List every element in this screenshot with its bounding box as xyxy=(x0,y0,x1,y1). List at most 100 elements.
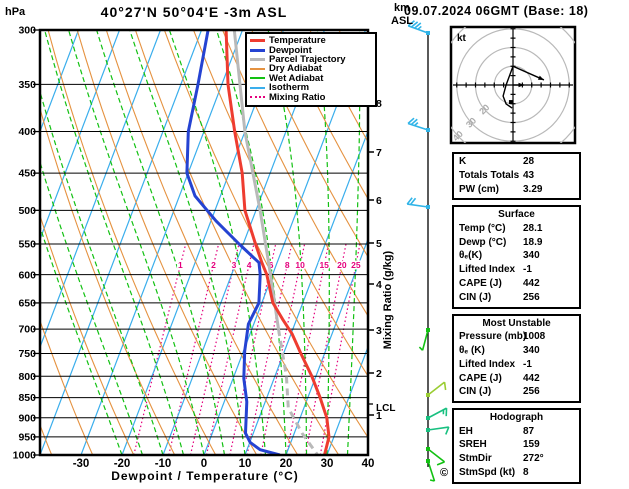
svg-text:900: 900 xyxy=(18,412,36,424)
stats-panel: SurfaceTemp (°C) 28.1 Dewp (°C) 18.9θₑ(K)34… xyxy=(452,205,581,308)
svg-text:3: 3 xyxy=(232,260,237,270)
stat-value: 28 xyxy=(523,155,534,169)
lcl-label: LCL xyxy=(376,403,395,414)
stat-label: SREH xyxy=(459,439,487,450)
legend-item: Isotherm xyxy=(250,83,372,92)
legend-label: Temperature xyxy=(269,36,326,45)
stat-label: Lifted Index xyxy=(459,264,515,275)
stat-value: 256 xyxy=(523,291,540,305)
page-title: 40°27'N 50°04'E -3m ASL xyxy=(38,4,350,20)
stat-value: 340 xyxy=(523,249,540,263)
svg-text:1000: 1000 xyxy=(13,450,37,462)
stats-panel-header: Hodograph xyxy=(454,411,579,425)
stat-value: 3.29 xyxy=(523,183,542,197)
sounding-page: 1234681015202530035040045050055060065070… xyxy=(0,0,629,486)
stat-value: 28.1 xyxy=(523,222,542,236)
stat-label: PW (cm) xyxy=(459,184,499,195)
stat-row: Lifted Index -1 xyxy=(454,358,579,372)
stat-row: CAPE (J)442 xyxy=(454,277,579,291)
stat-label: Dewp (°C) xyxy=(459,237,506,248)
stat-value: 1008 xyxy=(523,330,545,344)
svg-text:20: 20 xyxy=(337,260,347,270)
svg-text:700: 700 xyxy=(18,324,36,336)
run-date: 09.07.2024 06GMT (Base: 18) xyxy=(404,4,588,18)
svg-text:7: 7 xyxy=(376,147,382,159)
svg-text:800: 800 xyxy=(18,371,36,383)
stat-label: EH xyxy=(459,426,473,437)
legend-label: Isotherm xyxy=(269,83,309,92)
stat-label: CIN (J) xyxy=(459,292,491,303)
altitude-axis-unit-km: km xyxy=(394,2,410,14)
stat-value: -1 xyxy=(523,358,532,372)
stat-row: CAPE (J) 442 xyxy=(454,372,579,386)
stats-panel-header: Surface xyxy=(454,208,579,222)
stat-label: StmDir xyxy=(459,453,492,464)
stat-row: PW (cm) 3.29 xyxy=(454,183,579,197)
stat-row: Pressure (mb)1008 xyxy=(454,330,579,344)
stat-value: -1 xyxy=(523,263,532,277)
stat-label: Temp (°C) xyxy=(459,223,506,234)
stat-value: 18.9 xyxy=(523,236,542,250)
wind-barb-column xyxy=(407,21,449,481)
stat-row: StmDir 272° xyxy=(454,452,579,466)
stat-value: 442 xyxy=(523,372,540,386)
stats-panel: HodographEH 87 SREH 159 StmDir 272°StmSpd (kt… xyxy=(452,408,581,484)
svg-text:550: 550 xyxy=(18,239,36,251)
legend-box: TemperatureDewpointParcel TrajectoryDry … xyxy=(245,32,377,107)
stat-row: StmSpd (kt)8 xyxy=(454,466,579,480)
svg-text:1: 1 xyxy=(178,260,183,270)
stat-label: Totals Totals xyxy=(459,170,519,181)
stat-row: SREH 159 xyxy=(454,438,579,452)
svg-text:5: 5 xyxy=(376,238,382,250)
stat-value: 87 xyxy=(523,425,534,439)
stats-panel: Most UnstablePressure (mb)1008θₑ (K)340L… xyxy=(452,314,581,403)
svg-text:4: 4 xyxy=(247,260,252,270)
stat-row: K 28 xyxy=(454,155,579,169)
stat-row: Totals Totals 43 xyxy=(454,169,579,183)
stat-value: 43 xyxy=(523,169,534,183)
stat-value: 340 xyxy=(523,344,540,358)
stat-label: Lifted Index xyxy=(459,359,515,370)
wind-barb xyxy=(407,198,430,209)
stat-label: K xyxy=(459,156,466,167)
altitude-axis-unit-asl: ASL xyxy=(391,15,413,27)
svg-text:650: 650 xyxy=(18,298,36,310)
stats-panels: K 28 Totals Totals 43 PW (cm) 3.29 SurfaceTemp… xyxy=(452,152,581,489)
legend-label: Mixing Ratio xyxy=(269,93,325,102)
stat-value: 8 xyxy=(523,466,529,480)
stat-row: θₑ(K)340 xyxy=(454,249,579,263)
legend-swatch xyxy=(250,77,265,79)
stat-label: CAPE (J) xyxy=(459,373,502,384)
svg-text:25: 25 xyxy=(351,260,361,270)
stat-label: Pressure (mb) xyxy=(459,331,526,342)
legend-swatch xyxy=(250,87,265,89)
svg-text:500: 500 xyxy=(18,205,36,217)
stat-row: Lifted Index -1 xyxy=(454,263,579,277)
legend-swatch xyxy=(250,68,265,70)
stat-value: 159 xyxy=(523,438,540,452)
wind-barb xyxy=(426,408,447,420)
stats-panel-header: Most Unstable xyxy=(454,317,579,331)
legend-item: Mixing Ratio xyxy=(250,92,372,101)
svg-text:850: 850 xyxy=(18,392,36,404)
stat-row: Temp (°C) 28.1 xyxy=(454,222,579,236)
stat-value: 272° xyxy=(523,452,544,466)
stat-row: Dewp (°C) 18.9 xyxy=(454,236,579,250)
stat-row: EH 87 xyxy=(454,425,579,439)
stat-row: CIN (J) 256 xyxy=(454,291,579,305)
legend-swatch xyxy=(250,58,265,61)
stat-value: 442 xyxy=(523,277,540,291)
svg-text:400: 400 xyxy=(18,126,36,138)
stats-panel: K 28 Totals Totals 43 PW (cm) 3.29 xyxy=(452,152,581,200)
stat-row: θₑ (K)340 xyxy=(454,344,579,358)
svg-text:750: 750 xyxy=(18,348,36,360)
legend-swatch xyxy=(250,39,265,42)
svg-text:10: 10 xyxy=(295,260,305,270)
wind-barb xyxy=(426,459,434,481)
legend-swatch xyxy=(250,49,265,52)
svg-text:2: 2 xyxy=(376,368,382,380)
svg-text:950: 950 xyxy=(18,431,36,443)
wind-barb xyxy=(408,118,430,132)
stat-label: CIN (J) xyxy=(459,386,491,397)
pressure-axis-unit: hPa xyxy=(5,6,25,18)
